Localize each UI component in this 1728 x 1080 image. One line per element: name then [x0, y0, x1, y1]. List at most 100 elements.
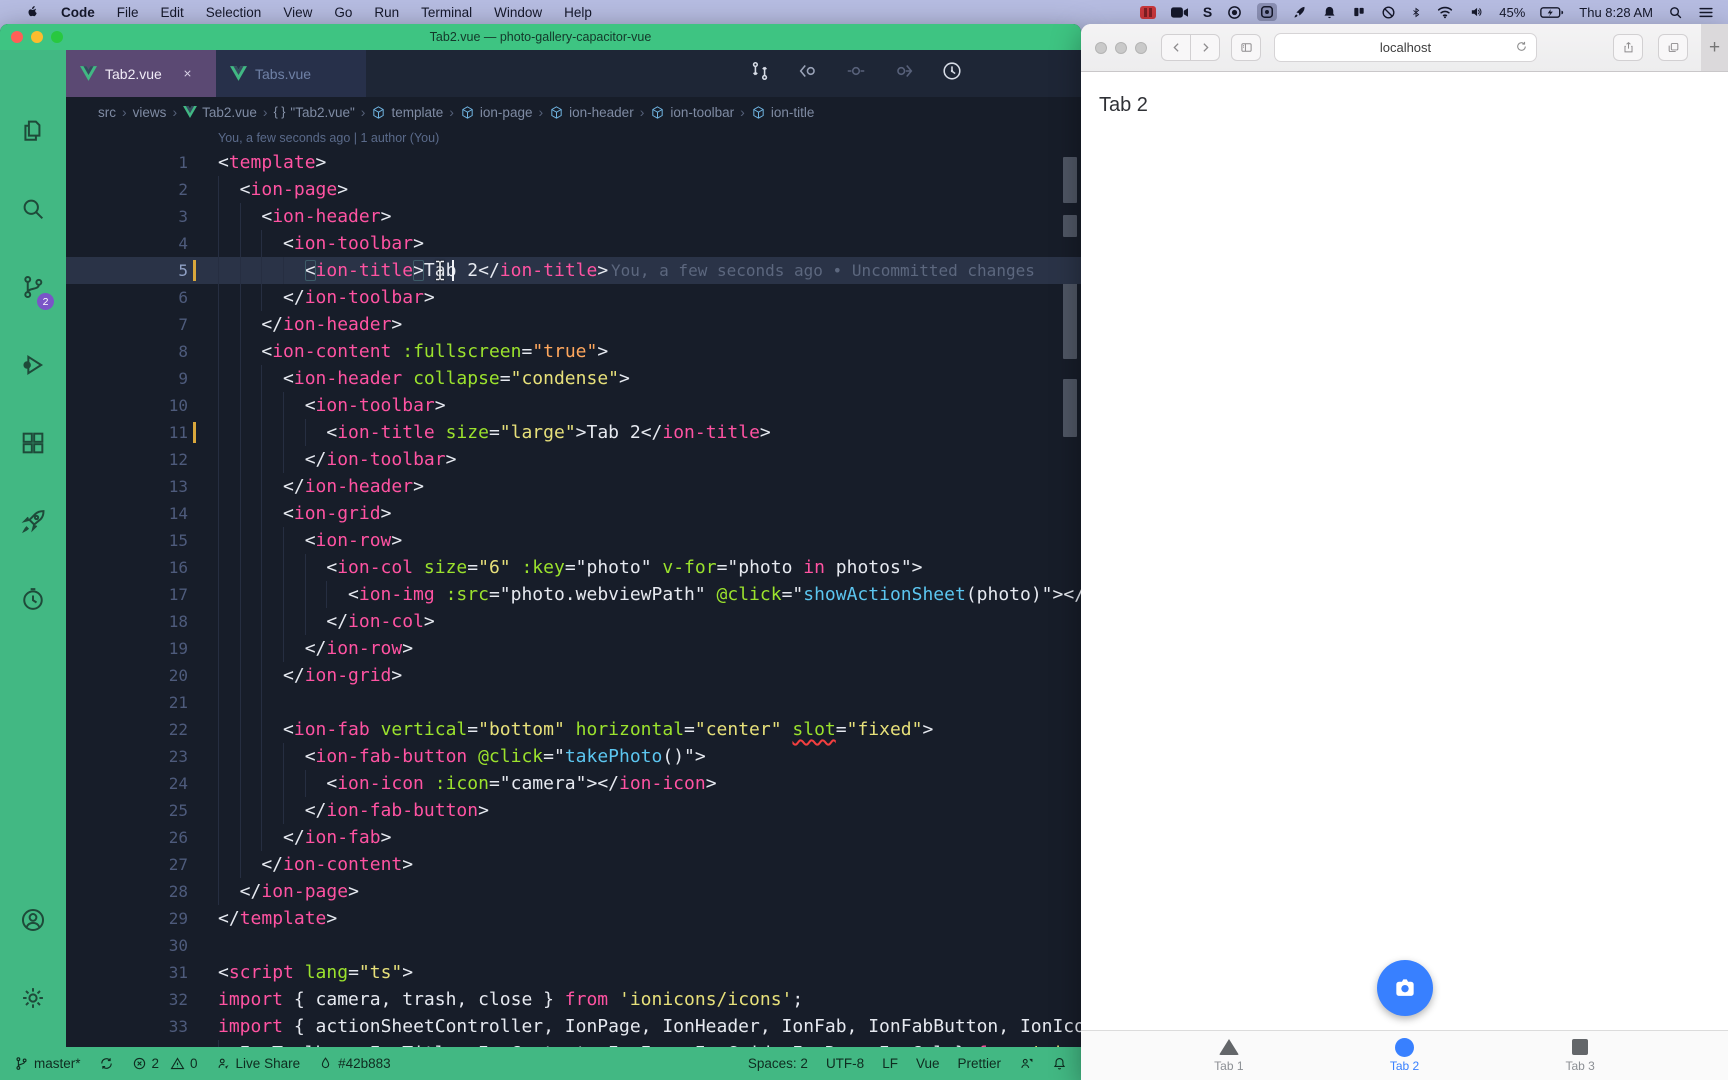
ion-tab-tab-1[interactable]: Tab 1 — [1141, 1031, 1317, 1080]
ion-tab-tab-3[interactable]: Tab 3 — [1492, 1031, 1668, 1080]
code-line-13[interactable]: 13</ion-header> — [66, 473, 1081, 500]
file-history-icon[interactable] — [941, 60, 963, 87]
code-line-8[interactable]: 8<ion-content :fullscreen="true"> — [66, 338, 1081, 365]
gitlens-authors-codelens[interactable]: You, a few seconds ago | 1 author (You) — [66, 127, 1081, 149]
code-line-22[interactable]: 22<ion-fab vertical="bottom" horizontal=… — [66, 716, 1081, 743]
code-line-34[interactable]: 34IonToolbar, IonTitle, IonContent, IonI… — [66, 1040, 1081, 1047]
code-line-2[interactable]: 2<ion-page> — [66, 176, 1081, 203]
code-line-16[interactable]: 16<ion-col size="6" :key="photo" v-for="… — [66, 554, 1081, 581]
reload-icon[interactable] — [1515, 40, 1528, 56]
menu-file[interactable]: File — [106, 5, 150, 20]
code-line-20[interactable]: 20</ion-grid> — [66, 662, 1081, 689]
close-tab-icon[interactable] — [180, 66, 196, 82]
code-line-26[interactable]: 26</ion-fab> — [66, 824, 1081, 851]
code-line-12[interactable]: 12</ion-toolbar> — [66, 446, 1081, 473]
camera-fab-button[interactable] — [1377, 960, 1433, 1016]
problems-status[interactable]: 2 0 — [132, 1056, 198, 1071]
menu-window[interactable]: Window — [483, 5, 553, 20]
explorer-icon[interactable] — [0, 92, 66, 170]
code-line-29[interactable]: 29</template> — [66, 905, 1081, 932]
code-line-19[interactable]: 19</ion-row> — [66, 635, 1081, 662]
breadcrumb-item-iontitle[interactable]: ion-title — [751, 105, 815, 120]
breadcrumb-item-src[interactable]: src — [98, 105, 116, 120]
code-line-1[interactable]: 1<template> — [66, 149, 1081, 176]
volume-icon[interactable] — [1469, 5, 1484, 19]
search-icon[interactable] — [0, 170, 66, 248]
menu-terminal[interactable]: Terminal — [410, 5, 483, 20]
zoom-window-button[interactable] — [51, 31, 63, 43]
sync-changes-button[interactable] — [99, 1056, 114, 1071]
breadcrumb-item-iontoolbar[interactable]: ion-toolbar — [650, 105, 734, 120]
apple-menu-icon[interactable] — [14, 3, 50, 22]
spotlight-search-icon[interactable] — [1668, 5, 1683, 20]
shortcuts-icon[interactable]: S — [1203, 4, 1212, 20]
menu-edit[interactable]: Edit — [150, 5, 195, 20]
indentation-status[interactable]: Spaces: 2 — [748, 1056, 808, 1071]
code-line-5[interactable]: 5<ion-title>Tab 2</ion-title>You, a few … — [66, 257, 1081, 284]
code-line-23[interactable]: 23<ion-fab-button @click="takePhoto()"> — [66, 743, 1081, 770]
address-bar[interactable]: localhost — [1274, 33, 1537, 62]
minimize-window-button[interactable] — [31, 31, 43, 43]
screen-recorder-icon[interactable] — [1140, 6, 1156, 19]
menu-app-name[interactable]: Code — [50, 5, 106, 20]
code-line-24[interactable]: 24<ion-icon :icon="camera"></ion-icon> — [66, 770, 1081, 797]
code-line-33[interactable]: 33import { actionSheetController, IonPag… — [66, 1013, 1081, 1040]
forward-button[interactable] — [1190, 34, 1220, 61]
extensions-icon[interactable] — [0, 404, 66, 482]
control-center-icon[interactable] — [1698, 6, 1714, 19]
code-line-21[interactable]: 21 — [66, 689, 1081, 716]
breadcrumb-item-tab2vue[interactable]: { }"Tab2.vue" — [274, 105, 355, 120]
remote-rocket-icon[interactable] — [0, 482, 66, 560]
breadcrumb-item-tab2vue[interactable]: Tab2.vue — [183, 105, 257, 120]
code-editor[interactable]: You, a few seconds ago | 1 author (You) … — [66, 127, 1081, 1047]
code-line-9[interactable]: 9<ion-header collapse="condense"> — [66, 365, 1081, 392]
next-change-icon[interactable] — [893, 60, 915, 87]
timeline-clock-icon[interactable] — [0, 560, 66, 638]
safari-close-button[interactable] — [1095, 42, 1107, 54]
feedback-icon[interactable] — [1019, 1056, 1034, 1071]
camera-app-icon[interactable] — [1171, 6, 1188, 19]
menu-clock[interactable]: Thu 8:28 AM — [1579, 5, 1653, 20]
live-share-button[interactable]: Live Share — [216, 1056, 301, 1071]
menu-run[interactable]: Run — [363, 5, 410, 20]
back-button[interactable] — [1161, 34, 1191, 61]
safari-zoom-button[interactable] — [1135, 42, 1147, 54]
sidebar-toggle-icon[interactable] — [1231, 34, 1261, 61]
vscode-title-bar[interactable]: Tab2.vue — photo-gallery-capacitor-vue — [0, 24, 1081, 50]
code-line-17[interactable]: 17<ion-img :src="photo.webviewPath" @cli… — [66, 581, 1081, 608]
code-line-18[interactable]: 18</ion-col> — [66, 608, 1081, 635]
menu-selection[interactable]: Selection — [195, 5, 273, 20]
tab-overview-icon[interactable] — [1658, 34, 1688, 61]
breadcrumb-item-ionheader[interactable]: ion-header — [549, 105, 634, 120]
editor-tab-tabs-vue[interactable]: Tabs.vue — [216, 50, 366, 97]
code-line-3[interactable]: 3<ion-header> — [66, 203, 1081, 230]
code-line-10[interactable]: 10<ion-toolbar> — [66, 392, 1081, 419]
settings-gear-icon[interactable] — [0, 959, 66, 1037]
window-manager-icon[interactable] — [1257, 3, 1277, 21]
breadcrumb-item-views[interactable]: views — [133, 105, 167, 120]
close-window-button[interactable] — [11, 31, 23, 43]
accounts-icon[interactable] — [0, 881, 66, 959]
code-line-14[interactable]: 14<ion-grid> — [66, 500, 1081, 527]
share-icon[interactable] — [1613, 34, 1643, 61]
menu-view[interactable]: View — [272, 5, 323, 20]
breadcrumb-item-template[interactable]: template — [371, 105, 443, 120]
ion-tab-tab-2[interactable]: Tab 2 — [1317, 1031, 1493, 1080]
open-changes-icon[interactable] — [749, 60, 771, 87]
new-tab-button[interactable]: + — [1701, 24, 1728, 71]
code-line-15[interactable]: 15<ion-row> — [66, 527, 1081, 554]
language-mode-status[interactable]: Vue — [916, 1056, 940, 1071]
eol-status[interactable]: LF — [882, 1056, 898, 1071]
code-line-28[interactable]: 28</ion-page> — [66, 878, 1081, 905]
formatter-status[interactable]: Prettier — [957, 1056, 1001, 1071]
notifications-bell-icon[interactable] — [1052, 1056, 1067, 1071]
code-line-30[interactable]: 30 — [66, 932, 1081, 959]
git-branch-status[interactable]: master* — [14, 1056, 81, 1071]
wifi-icon[interactable] — [1436, 5, 1454, 19]
source-control-icon[interactable]: 2 — [0, 248, 66, 326]
theme-color-indicator[interactable]: #42b883 — [318, 1056, 391, 1071]
encoding-status[interactable]: UTF-8 — [826, 1056, 864, 1071]
code-line-25[interactable]: 25</ion-fab-button> — [66, 797, 1081, 824]
safari-minimize-button[interactable] — [1115, 42, 1127, 54]
menu-help[interactable]: Help — [553, 5, 603, 20]
